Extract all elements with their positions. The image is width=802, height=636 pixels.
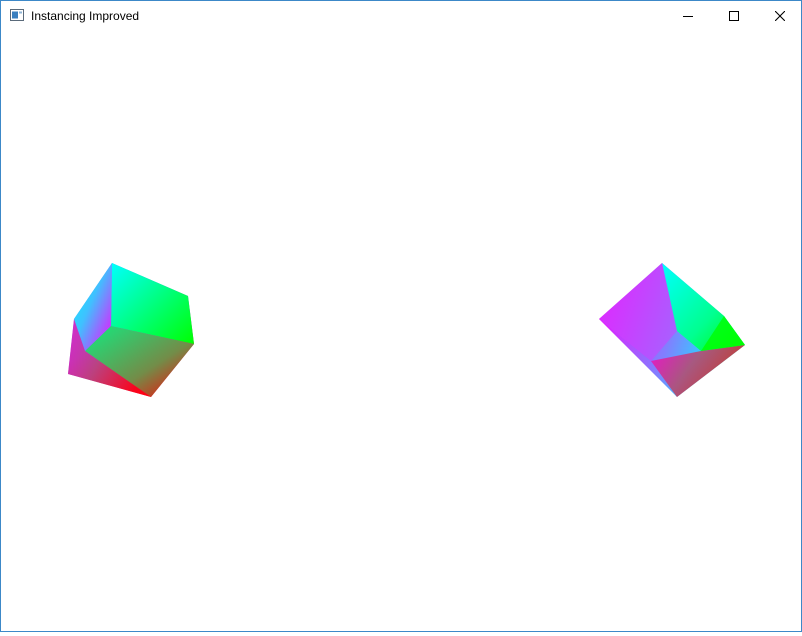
app-icon xyxy=(10,9,24,21)
window-title: Instancing Improved xyxy=(31,9,140,23)
scene-canvas xyxy=(68,263,745,397)
cube-left xyxy=(68,263,194,397)
render-viewport[interactable] xyxy=(1,31,801,631)
title-bar[interactable]: Instancing Improved xyxy=(1,1,801,31)
close-icon xyxy=(775,11,785,21)
app-window: Instancing Improved xyxy=(0,0,802,632)
cube-right xyxy=(599,263,745,397)
close-button[interactable] xyxy=(757,1,802,31)
maximize-icon xyxy=(729,11,739,21)
minimize-icon xyxy=(683,16,693,17)
maximize-button[interactable] xyxy=(711,1,757,31)
minimize-button[interactable] xyxy=(665,1,711,31)
